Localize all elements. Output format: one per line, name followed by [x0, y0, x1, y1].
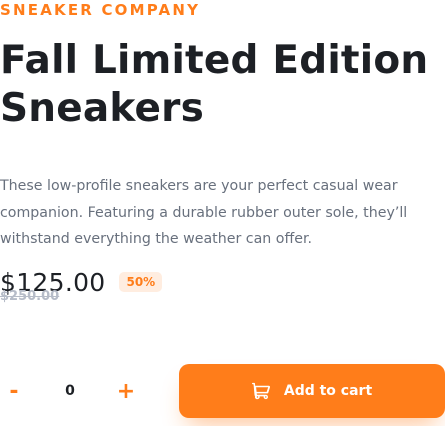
quantity-value: 0: [65, 383, 75, 399]
add-to-cart-button[interactable]: Add to cart: [179, 364, 445, 418]
increment-button[interactable]: +: [104, 364, 148, 418]
cart-actions: - 0 + Add to cart: [0, 364, 445, 418]
quantity-stepper: - 0 +: [0, 364, 148, 418]
company-name: SNEAKER COMPANY: [0, 1, 201, 19]
product-title: Fall Limited Edition Sneakers: [0, 38, 429, 131]
add-to-cart-label: Add to cart: [283, 383, 373, 399]
product-description: These low-profile sneakers are your perf…: [0, 178, 408, 247]
decrement-button[interactable]: -: [0, 364, 36, 418]
original-price: $250.00: [0, 289, 60, 304]
plus-icon: +: [116, 378, 136, 404]
discount-badge: 50%: [119, 272, 163, 292]
minus-icon: -: [9, 378, 19, 404]
cart-icon: [251, 382, 270, 400]
